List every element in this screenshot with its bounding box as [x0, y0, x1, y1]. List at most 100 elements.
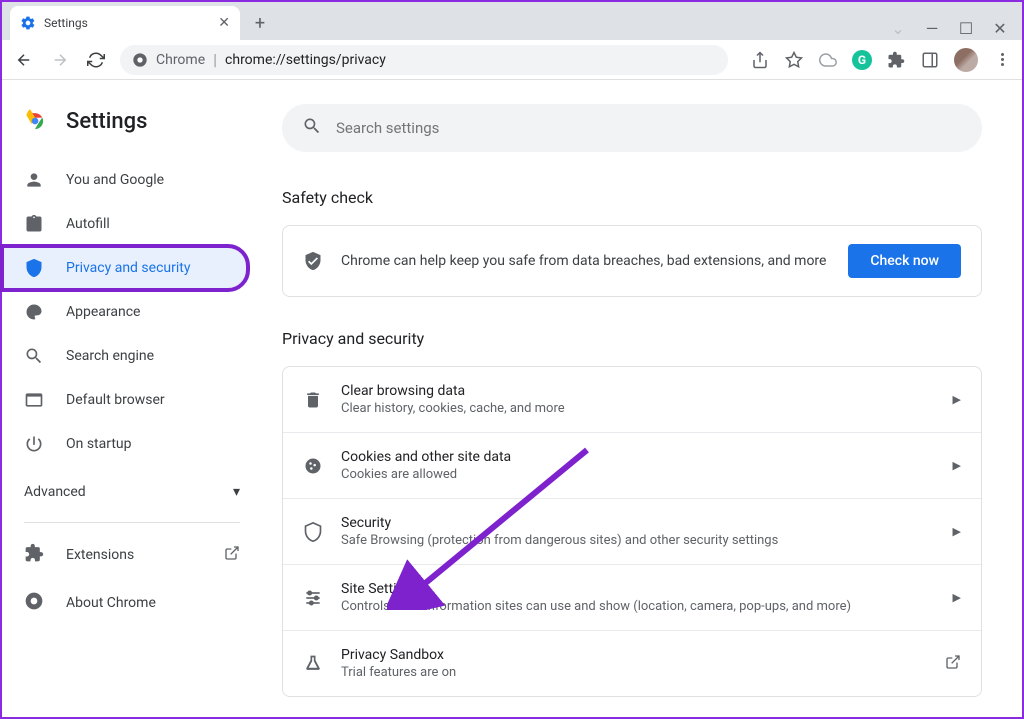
search-icon — [302, 116, 322, 140]
tab-close-icon[interactable]: ✕ — [218, 15, 230, 31]
palette-icon — [24, 302, 44, 322]
row-subtitle: Safe Browsing (protection from dangerous… — [341, 533, 935, 548]
row-site-settings[interactable]: Site Settings Controls what information … — [283, 564, 981, 630]
settings-main: Safety check Chrome can help keep you sa… — [262, 80, 1022, 717]
tab-title: Settings — [44, 16, 210, 30]
chrome-small-icon — [24, 591, 44, 615]
sidebar-item-about-chrome[interactable]: About Chrome — [2, 579, 262, 627]
window-dropdown-icon[interactable]: ⌄ — [890, 20, 906, 36]
bookmark-icon[interactable] — [784, 50, 804, 70]
window-controls: ⌄ — ☐ ✕ — [890, 20, 1022, 40]
page-title: Settings — [66, 109, 147, 134]
sidebar-item-on-startup[interactable]: On startup — [2, 422, 248, 466]
sidebar-item-privacy-and-security[interactable]: Privacy and security — [2, 246, 248, 290]
shield-icon — [303, 522, 323, 542]
row-cookies[interactable]: Cookies and other site data Cookies are … — [283, 432, 981, 498]
browser-titlebar: Settings ✕ + ⌄ — ☐ ✕ — [2, 2, 1022, 40]
browser-tab[interactable]: Settings ✕ — [10, 6, 240, 40]
settings-search-input[interactable] — [336, 119, 962, 137]
shield-check-icon — [303, 250, 323, 272]
chevron-right-icon: ▶ — [953, 459, 961, 472]
cookie-icon — [303, 456, 323, 476]
extensions-icon[interactable] — [886, 50, 906, 70]
omnibox-separator: | — [213, 50, 217, 69]
sidebar-item-label: Appearance — [66, 304, 140, 320]
sidebar-item-label: Search engine — [66, 348, 154, 364]
row-title: Security — [341, 515, 935, 531]
grammarly-extension-icon[interactable]: G — [852, 50, 872, 70]
extensions-label: Extensions — [66, 547, 134, 563]
row-title: Privacy Sandbox — [341, 647, 927, 663]
window-close-icon[interactable]: ✕ — [992, 20, 1008, 36]
cloud-icon[interactable] — [818, 50, 838, 70]
clipboard-icon — [24, 214, 44, 234]
sidebar-item-label: On startup — [66, 436, 132, 452]
search-icon — [24, 346, 44, 366]
row-subtitle: Controls what information sites can use … — [341, 599, 935, 614]
sidebar-item-label: Autofill — [66, 216, 110, 232]
browser-toolbar: Chrome | chrome://settings/privacy G — [2, 40, 1022, 80]
sidebar-item-label: Default browser — [66, 392, 165, 408]
safety-check-card: Chrome can help keep you safe from data … — [282, 225, 982, 297]
external-link-icon — [945, 654, 961, 673]
sidepanel-icon[interactable] — [920, 50, 940, 70]
profile-avatar[interactable] — [954, 48, 978, 72]
privacy-card: Clear browsing data Clear history, cooki… — [282, 366, 982, 697]
menu-button[interactable] — [992, 50, 1012, 70]
flask-icon — [303, 654, 323, 674]
advanced-label: Advanced — [24, 484, 86, 500]
window-minimize-icon[interactable]: — — [924, 20, 940, 36]
window-maximize-icon[interactable]: ☐ — [958, 20, 974, 36]
sidebar-advanced-toggle[interactable]: Advanced ▾ — [2, 470, 262, 514]
chevron-right-icon: ▶ — [953, 393, 961, 406]
chrome-icon — [132, 52, 148, 68]
about-label: About Chrome — [66, 595, 156, 611]
row-privacy-sandbox[interactable]: Privacy Sandbox Trial features are on — [283, 630, 981, 696]
row-clear-browsing-data[interactable]: Clear browsing data Clear history, cooki… — [283, 367, 981, 432]
shield-icon — [24, 258, 44, 278]
sidebar-item-label: You and Google — [66, 172, 164, 188]
back-button[interactable] — [12, 48, 36, 72]
omnibox-prefix: Chrome — [156, 52, 205, 68]
trash-icon — [303, 390, 323, 410]
safety-check-heading: Safety check — [282, 188, 982, 207]
power-icon — [24, 434, 44, 454]
new-tab-button[interactable]: + — [246, 9, 274, 37]
external-link-icon — [224, 545, 240, 565]
sidebar-item-label: Privacy and security — [66, 260, 190, 276]
row-title: Cookies and other site data — [341, 449, 935, 465]
row-security[interactable]: Security Safe Browsing (protection from … — [283, 498, 981, 564]
sidebar-item-default-browser[interactable]: Default browser — [2, 378, 248, 422]
safety-check-text: Chrome can help keep you safe from data … — [341, 253, 830, 269]
privacy-heading: Privacy and security — [282, 329, 982, 348]
share-icon[interactable] — [750, 50, 770, 70]
sidebar-header: Settings — [2, 108, 262, 154]
check-now-button[interactable]: Check now — [848, 244, 961, 278]
chevron-down-icon: ▾ — [233, 484, 240, 500]
puzzle-icon — [24, 543, 44, 567]
sidebar-divider — [24, 522, 240, 523]
row-title: Clear browsing data — [341, 383, 935, 399]
sidebar-item-autofill[interactable]: Autofill — [2, 202, 248, 246]
row-subtitle: Clear history, cookies, cache, and more — [341, 401, 935, 416]
person-icon — [24, 170, 44, 190]
settings-search[interactable] — [282, 104, 982, 152]
sliders-icon — [303, 588, 323, 608]
row-subtitle: Cookies are allowed — [341, 467, 935, 482]
gear-icon — [20, 15, 36, 31]
chevron-right-icon: ▶ — [953, 525, 961, 538]
row-subtitle: Trial features are on — [341, 665, 927, 680]
omnibox-url: chrome://settings/privacy — [225, 52, 386, 68]
chevron-right-icon: ▶ — [953, 591, 961, 604]
row-title: Site Settings — [341, 581, 935, 597]
chrome-logo-icon — [22, 108, 48, 134]
browser-icon — [24, 390, 44, 410]
sidebar-item-search-engine[interactable]: Search engine — [2, 334, 248, 378]
settings-sidebar: Settings You and Google Autofill Privacy… — [2, 80, 262, 717]
sidebar-item-extensions[interactable]: Extensions — [2, 531, 262, 579]
sidebar-item-appearance[interactable]: Appearance — [2, 290, 248, 334]
sidebar-item-you-and-google[interactable]: You and Google — [2, 158, 248, 202]
forward-button[interactable] — [48, 48, 72, 72]
reload-button[interactable] — [84, 48, 108, 72]
address-bar[interactable]: Chrome | chrome://settings/privacy — [120, 45, 728, 75]
